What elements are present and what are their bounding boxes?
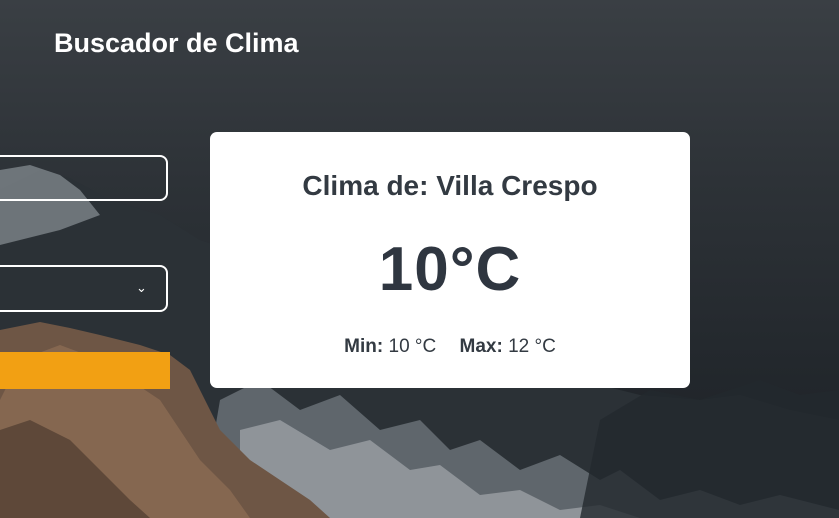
search-button[interactable] <box>0 352 170 389</box>
min-value: 10 °C <box>388 336 437 357</box>
app-title: Buscador de Clima <box>54 28 299 58</box>
max-label: Max: <box>459 336 503 357</box>
city-input[interactable] <box>0 155 168 201</box>
chevron-down-icon: ⌄ <box>136 281 147 296</box>
max-value: 12 °C <box>508 336 556 357</box>
min-max-row: Min: 10 °C Max: 12 °C <box>210 336 690 358</box>
result-title: Clima de: Villa Crespo <box>302 170 598 201</box>
current-temperature: 10°C <box>378 235 522 304</box>
country-select[interactable]: ⌄ <box>0 265 168 312</box>
min-label: Min: <box>344 336 384 357</box>
weather-result-card: Clima de: Villa Crespo 10°C Min: 10 °C M… <box>210 132 690 388</box>
